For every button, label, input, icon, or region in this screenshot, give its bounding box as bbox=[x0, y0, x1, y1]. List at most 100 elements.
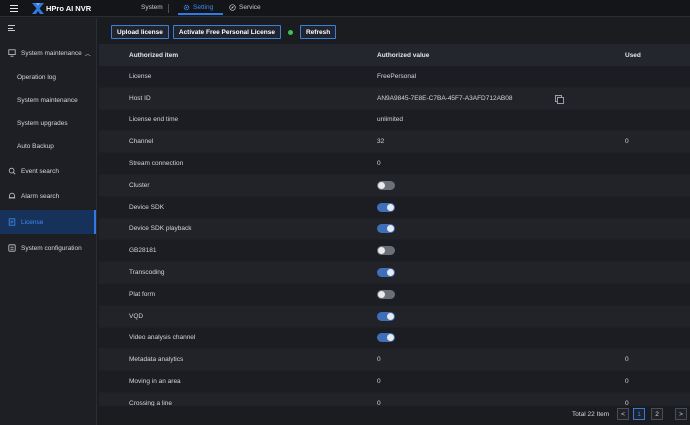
sidebar-item-system-maintenance[interactable]: System maintenance ︿ bbox=[0, 42, 96, 64]
sidebar-item-label: License bbox=[21, 218, 44, 226]
cell-authorized-item: Cluster bbox=[129, 181, 150, 189]
cell-used: 0 bbox=[625, 378, 629, 386]
toggle-knob bbox=[387, 334, 394, 342]
sidebar: System maintenance ︿ Operation log Syste… bbox=[0, 18, 97, 425]
cell-authorized-item: Plat form bbox=[129, 290, 156, 298]
copy-icon[interactable] bbox=[554, 94, 564, 104]
sidebar-item-system-maintenance-sub[interactable]: System maintenance bbox=[0, 89, 96, 111]
sidebar-item-event-search[interactable]: Event search bbox=[0, 160, 96, 182]
top-bar: HPro AI NVR System Setting Service bbox=[0, 0, 690, 17]
nav-setting[interactable]: Setting bbox=[178, 2, 223, 15]
sidebar-item-license[interactable]: License bbox=[0, 210, 96, 234]
cell-authorized-item: VQD bbox=[129, 312, 144, 320]
toggle-knob bbox=[378, 181, 385, 189]
cell-authorized-value bbox=[347, 289, 595, 299]
nav-divider bbox=[168, 4, 169, 13]
feature-toggle[interactable] bbox=[377, 311, 395, 321]
cell-authorized-value: 32 bbox=[347, 138, 595, 145]
config-icon bbox=[7, 243, 17, 253]
cell-authorized-value: unlimited bbox=[347, 116, 595, 123]
cell-authorized-value bbox=[347, 224, 595, 234]
sidebar-item-label: System maintenance bbox=[21, 49, 82, 57]
feature-toggle[interactable] bbox=[377, 333, 395, 343]
activate-free-license-button[interactable]: Activate Free Personal License bbox=[172, 25, 281, 39]
cell-authorized-item: Host ID bbox=[129, 94, 151, 102]
sidebar-item-alarm-search[interactable]: Alarm search bbox=[0, 185, 96, 207]
cell-authorized-item: License bbox=[129, 72, 152, 80]
table-body: License FreePersonal Host ID AN9A9845-7E8E-… bbox=[99, 66, 690, 406]
sidebar-item-label: Auto Backup bbox=[17, 142, 54, 150]
next-page-button[interactable]: > bbox=[675, 408, 687, 420]
cell-authorized-item: License end time bbox=[129, 116, 179, 124]
table-row: Plat form bbox=[99, 283, 690, 306]
table-row: Stream connection 0 bbox=[99, 153, 690, 175]
feature-toggle[interactable] bbox=[377, 246, 395, 256]
sidebar-item-label: System upgrades bbox=[17, 119, 68, 127]
prev-page-button[interactable]: < bbox=[617, 408, 629, 420]
cell-authorized-item: Channel bbox=[129, 138, 154, 146]
nav-service[interactable]: Service bbox=[229, 4, 261, 11]
table-row: Device SDK playback bbox=[99, 218, 690, 241]
sidebar-collapse-icon[interactable] bbox=[8, 25, 15, 31]
sidebar-item-label: Operation log bbox=[17, 73, 57, 81]
logo-icon bbox=[32, 3, 44, 14]
table-row: Channel 32 0 bbox=[99, 131, 690, 154]
cell-authorized-value bbox=[347, 180, 595, 190]
cell-authorized-value bbox=[347, 246, 595, 256]
refresh-button[interactable]: Refresh bbox=[299, 25, 337, 39]
cell-authorized-item: Transcoding bbox=[129, 269, 165, 277]
page-1-button[interactable]: 1 bbox=[633, 408, 645, 420]
cell-authorized-value: 0 bbox=[347, 356, 595, 363]
chevron-up-icon: ︿ bbox=[84, 51, 91, 58]
nav-system[interactable]: System bbox=[141, 4, 163, 11]
feature-toggle[interactable] bbox=[377, 180, 395, 190]
license-status-indicator bbox=[287, 29, 293, 35]
event-icon bbox=[7, 166, 17, 176]
sidebar-item-label: Event search bbox=[21, 167, 59, 175]
value-text: AN9A9845-7E8E-C7BA-45F7-A3AFD712AB08 bbox=[377, 94, 513, 102]
cell-authorized-item: Metadata analytics bbox=[129, 356, 184, 364]
header-authorized-value: Authorized value bbox=[377, 51, 430, 59]
value-text: FreePersonal bbox=[377, 72, 417, 80]
table-row: Metadata analytics 0 0 bbox=[99, 349, 690, 372]
cell-authorized-item: Device SDK bbox=[129, 203, 165, 211]
feature-toggle[interactable] bbox=[377, 202, 395, 212]
license-icon bbox=[7, 217, 17, 227]
value-text: 0 bbox=[377, 356, 381, 364]
table-row: License end time unlimited bbox=[99, 109, 690, 132]
compass-icon bbox=[229, 4, 236, 11]
cell-authorized-item: GB28181 bbox=[129, 247, 157, 255]
cell-authorized-item: Device SDK playback bbox=[129, 225, 192, 233]
value-text: 0 bbox=[377, 378, 381, 386]
gear-icon bbox=[183, 4, 190, 11]
value-text: 0 bbox=[377, 160, 381, 168]
cell-authorized-value bbox=[347, 268, 595, 278]
cell-used: 0 bbox=[625, 356, 629, 364]
menu-icon[interactable] bbox=[10, 5, 18, 12]
value-text: 32 bbox=[377, 138, 385, 146]
value-text: unlimited bbox=[377, 116, 404, 124]
toggle-knob bbox=[378, 290, 385, 298]
pagination: Total 22 Item < 1 2 > bbox=[99, 406, 690, 425]
feature-toggle[interactable] bbox=[377, 268, 395, 278]
header-authorized-item: Authorized item bbox=[129, 51, 179, 59]
sidebar-item-label: System maintenance bbox=[17, 96, 78, 104]
total-count: Total 22 Item bbox=[572, 411, 610, 418]
sidebar-item-system-upgrades[interactable]: System upgrades bbox=[0, 112, 96, 134]
upload-license-button[interactable]: Upload license bbox=[111, 25, 169, 39]
sidebar-item-operation-log[interactable]: Operation log bbox=[0, 66, 96, 88]
table-row: Device SDK bbox=[99, 196, 690, 219]
feature-toggle[interactable] bbox=[377, 224, 395, 234]
cell-authorized-item: Stream connection bbox=[129, 160, 184, 168]
license-toolbar: Upload license Activate Free Personal Li… bbox=[111, 25, 337, 39]
cell-authorized-value: FreePersonal bbox=[347, 73, 595, 80]
table-row: License FreePersonal bbox=[99, 66, 690, 88]
feature-toggle[interactable] bbox=[377, 289, 395, 299]
table-row: VQD bbox=[99, 305, 690, 328]
sidebar-item-auto-backup[interactable]: Auto Backup bbox=[0, 135, 96, 157]
toggle-knob bbox=[387, 225, 394, 233]
toggle-knob bbox=[387, 312, 394, 320]
page-2-button[interactable]: 2 bbox=[651, 408, 663, 420]
sidebar-item-system-configuration[interactable]: System configuration bbox=[0, 237, 96, 259]
license-table: Authorized item Authorized value Used Li… bbox=[99, 44, 690, 406]
